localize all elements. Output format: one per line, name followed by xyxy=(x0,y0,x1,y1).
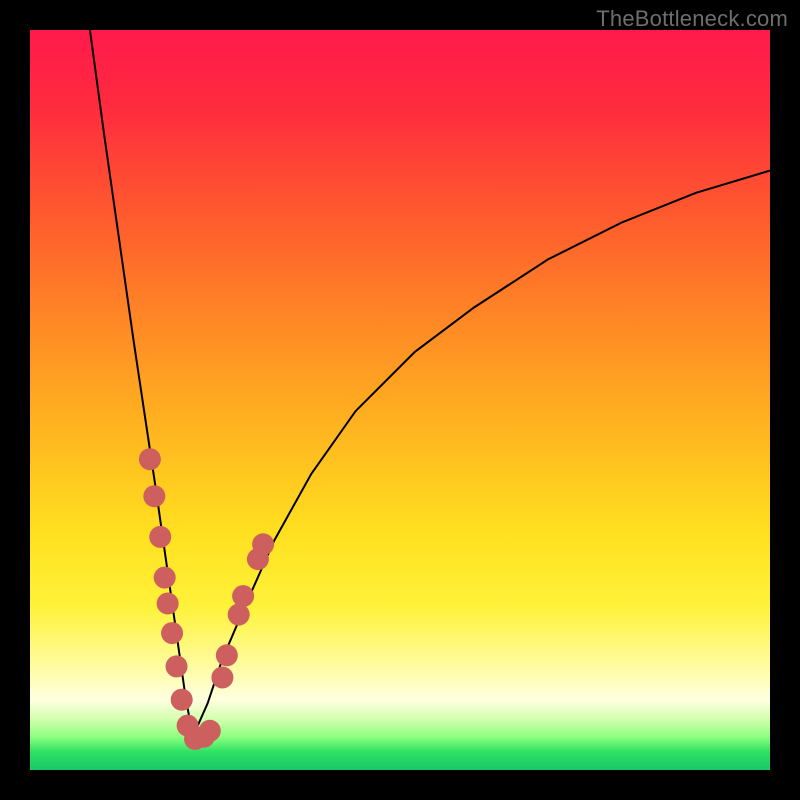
chart-frame xyxy=(30,30,770,770)
data-marker xyxy=(161,622,183,644)
data-marker xyxy=(154,567,176,589)
data-marker xyxy=(149,526,171,548)
watermark-text: TheBottleneck.com xyxy=(596,6,788,32)
data-marker xyxy=(199,720,221,742)
bottleneck-chart xyxy=(30,30,770,770)
data-marker xyxy=(143,485,165,507)
data-marker xyxy=(171,689,193,711)
data-marker xyxy=(166,655,188,677)
data-marker xyxy=(139,448,161,470)
data-marker xyxy=(252,533,274,555)
chart-bg-gradient xyxy=(30,30,770,770)
data-marker xyxy=(157,593,179,615)
data-marker xyxy=(232,585,254,607)
data-marker xyxy=(228,604,250,626)
data-marker xyxy=(211,667,233,689)
data-marker xyxy=(216,644,238,666)
